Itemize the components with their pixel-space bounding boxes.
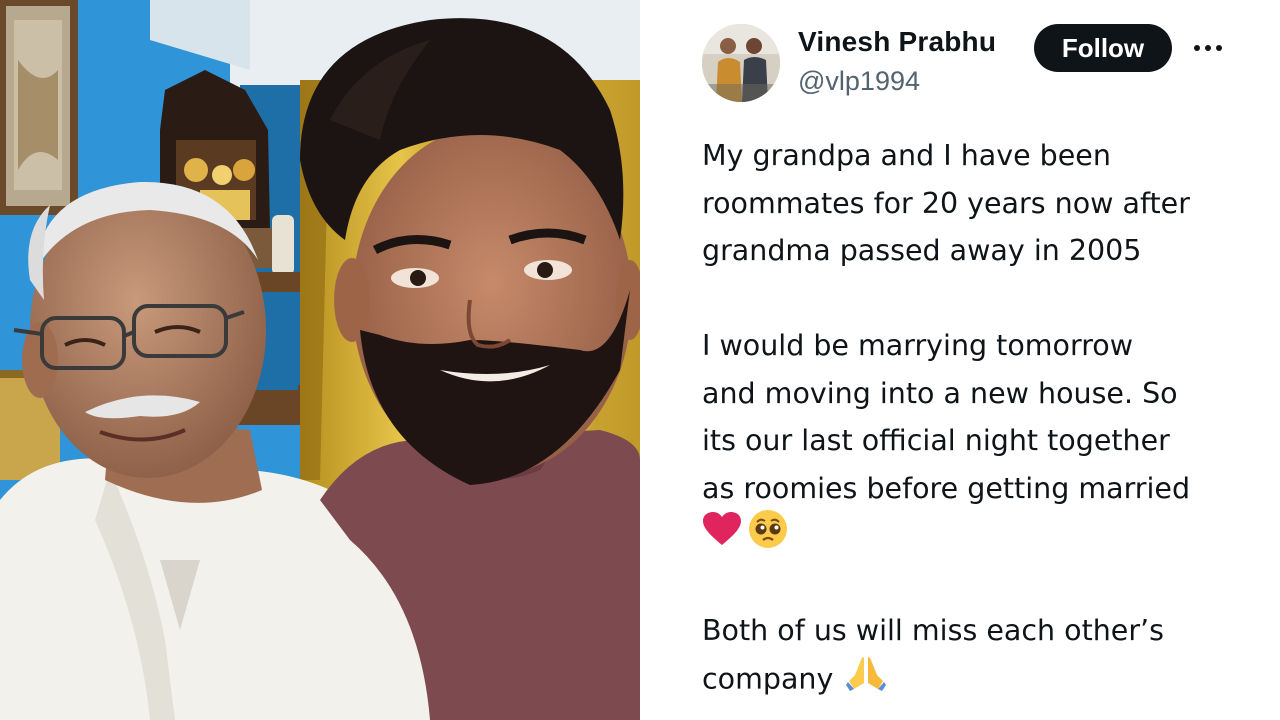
post-collage: Vinesh Prabhu @vlp1994 Follow My grandpa… xyxy=(0,0,1280,720)
tweet-line: as roomies before getting married xyxy=(702,471,1191,505)
tweet-line: company xyxy=(702,655,1262,706)
tweet-line: My grandpa and I have been xyxy=(702,139,1111,172)
red-heart-icon xyxy=(702,511,742,562)
author-name[interactable]: Vinesh Prabhu xyxy=(798,26,996,58)
tweet-line: roommates for 20 years now after xyxy=(702,186,1190,220)
tweet-line: and moving into a new house. So xyxy=(702,376,1178,410)
more-options-icon[interactable] xyxy=(1188,30,1228,66)
tweet-line: grandma passed away in 2005 xyxy=(702,234,1142,267)
folded-hands-icon xyxy=(846,655,887,706)
follow-button[interactable]: Follow xyxy=(1034,24,1172,72)
author-handle[interactable]: @vlp1994 xyxy=(798,66,920,97)
tweet-line: I would be marrying tomorrow xyxy=(702,329,1134,362)
emoji-row xyxy=(702,509,1262,562)
pleading-face-icon xyxy=(748,509,788,564)
tweet-line: its our last official night together xyxy=(702,424,1170,457)
avatar[interactable] xyxy=(702,24,780,102)
selfie-photo xyxy=(0,0,640,720)
tweet-text: My grandpa and I have been roommates for… xyxy=(702,132,1262,705)
tweet-card: Vinesh Prabhu @vlp1994 Follow My grandpa… xyxy=(640,0,1280,720)
tweet-line: Both of us will miss each other’s xyxy=(702,614,1164,647)
